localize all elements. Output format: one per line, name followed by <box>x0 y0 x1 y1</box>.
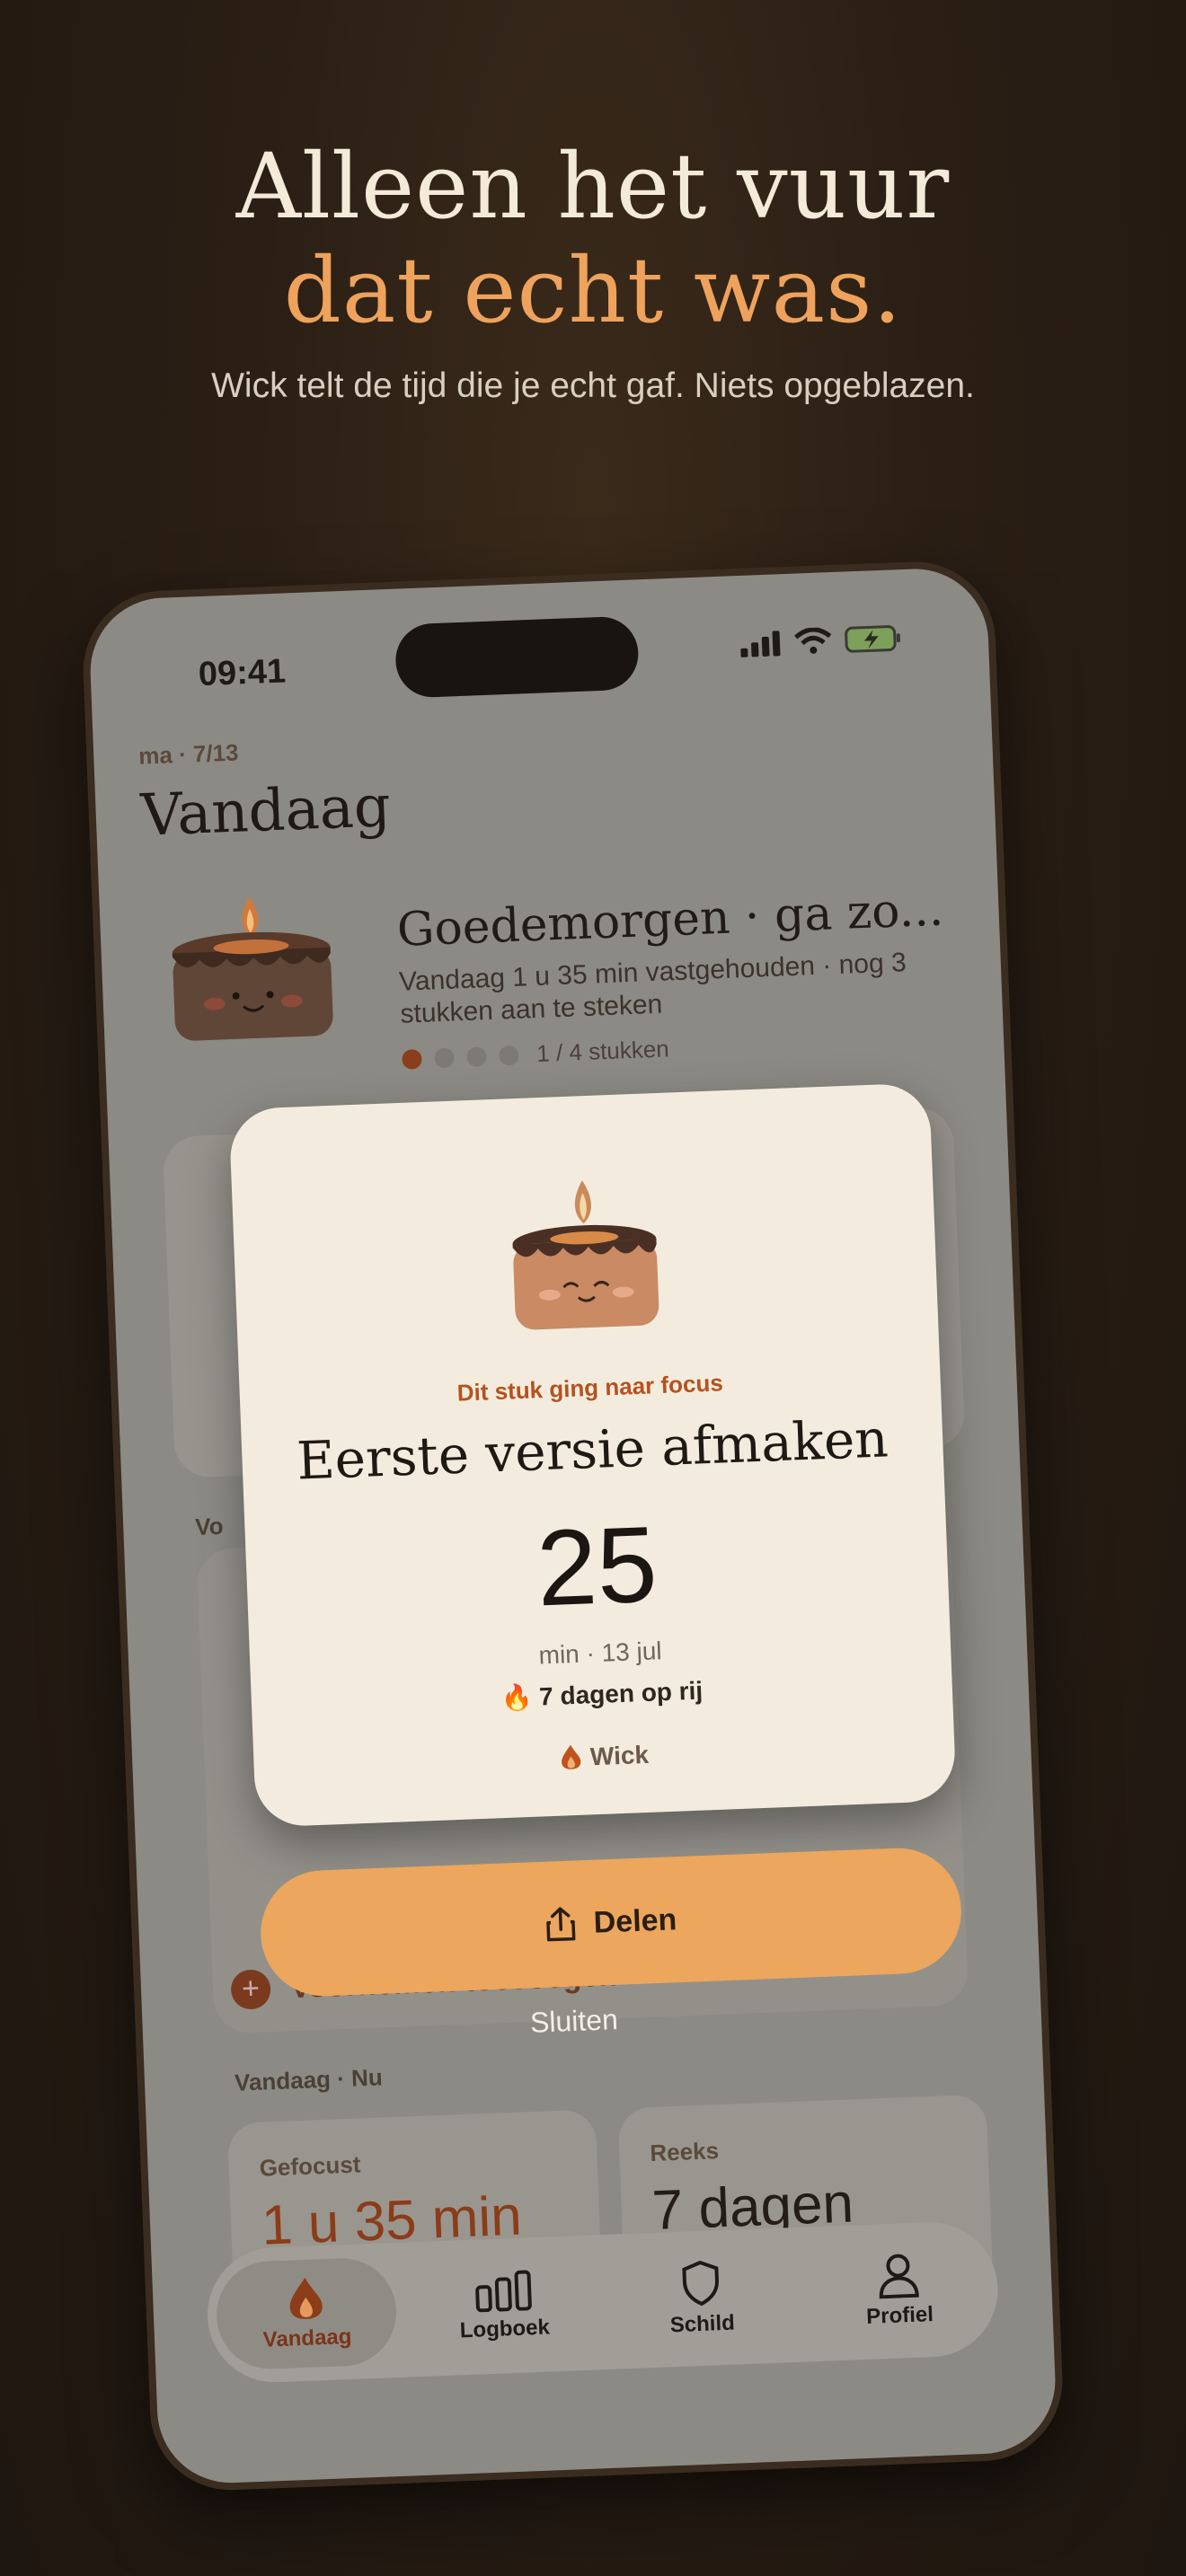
date-label: ma · 7/13 <box>137 738 240 770</box>
share-icon <box>545 1907 576 1942</box>
share-label: Delen <box>592 1901 677 1940</box>
tab-logboek[interactable]: Logboek <box>412 2249 596 2364</box>
wifi-icon <box>794 627 832 654</box>
progress-dot <box>498 1045 519 1066</box>
tab-label: Schild <box>669 2310 736 2338</box>
happy-cake-icon <box>506 1174 665 1345</box>
battery-charging-icon <box>845 625 900 653</box>
share-button[interactable]: Delen <box>258 1846 964 1998</box>
status-time: 09:41 <box>198 652 287 694</box>
share-brand: Wick <box>253 1729 955 1785</box>
greeting-subtitle: Vandaag 1 u 35 min vastgehouden · nog 3 … <box>398 948 907 1029</box>
share-button-wrap: Delen <box>258 1846 964 1998</box>
hero-subtitle: Wick telt de tijd die je echt gaf. Niets… <box>211 366 975 405</box>
hero: Alleen het vuur dat echt was. Wick telt … <box>0 135 1186 406</box>
dynamic-island <box>394 615 640 699</box>
list-section-label: Vo <box>194 1512 225 1540</box>
hero-line-1: Alleen het vuur <box>235 134 951 239</box>
stats-section-label: Vandaag · Nu <box>234 2063 384 2096</box>
share-minutes: 25 <box>535 1504 659 1629</box>
share-card-modal: Dit stuk ging naar focus Eerste versie a… <box>228 1082 958 1845</box>
page-title: Vandaag <box>139 773 393 850</box>
brand-name: Wick <box>589 1740 650 1771</box>
close-button[interactable]: Sluiten <box>529 2003 618 2040</box>
bar-chart-icon <box>475 2270 532 2313</box>
pieces-progress: 1 / 4 stukken <box>402 1035 669 1072</box>
tab-schild[interactable]: Schild <box>609 2241 792 2356</box>
greeting-title: Goedemorgen · ga zo... <box>395 882 945 957</box>
progress-dot <box>465 1045 487 1067</box>
progress-dot <box>434 1047 455 1068</box>
progress-dot-done <box>402 1048 422 1070</box>
flame-icon <box>562 1744 581 1769</box>
share-card: Dit stuk ging naar focus Eerste versie a… <box>228 1082 957 1828</box>
candle-cake-icon <box>164 888 341 1061</box>
signal-icon <box>740 631 781 657</box>
shield-icon <box>682 2260 719 2307</box>
tab-label: Logboek <box>459 2315 551 2343</box>
share-task-title: Eerste versie afmaken <box>296 1407 890 1492</box>
tab-label: Vandaag <box>262 2324 352 2352</box>
status-icons <box>739 623 902 658</box>
tab-vandaag[interactable]: Vandaag <box>214 2256 399 2371</box>
streak-label: Reeks <box>649 2137 720 2167</box>
tab-profiel[interactable]: Profiel <box>807 2234 990 2349</box>
progress-label: 1 / 4 stukken <box>535 1035 670 1067</box>
flame-icon <box>289 2277 323 2319</box>
person-icon <box>879 2254 919 2299</box>
tab-label: Profiel <box>865 2302 934 2329</box>
hero-line-2: dat echt was. <box>283 238 903 343</box>
focused-label: Gefocust <box>259 2150 361 2182</box>
share-kicker: Dit stuk ging naar focus <box>456 1369 724 1407</box>
